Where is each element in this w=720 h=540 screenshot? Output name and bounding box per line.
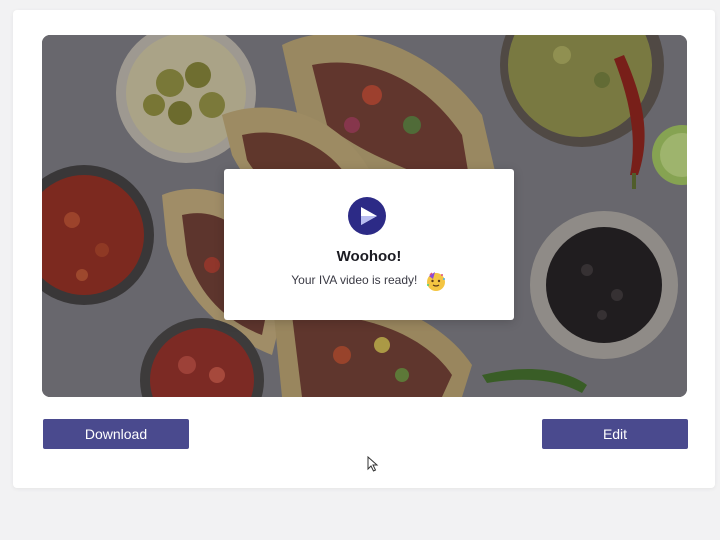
dialog-title: Woohoo! [336,248,402,265]
edit-button[interactable]: Edit [542,419,688,449]
dialog-message: Your IVA video is ready! [291,273,418,288]
play-logo-icon [348,197,386,235]
download-button[interactable]: Download [43,419,189,449]
dialog-message-row: Your IVA video is ready! [224,270,514,292]
mouse-cursor-icon [367,456,379,472]
result-card: Woohoo! Your IVA video is ready! Downloa… [13,10,715,488]
success-dialog: Woohoo! Your IVA video is ready! [224,169,514,320]
video-preview[interactable]: Woohoo! Your IVA video is ready! [42,35,687,397]
party-face-icon [426,272,445,291]
